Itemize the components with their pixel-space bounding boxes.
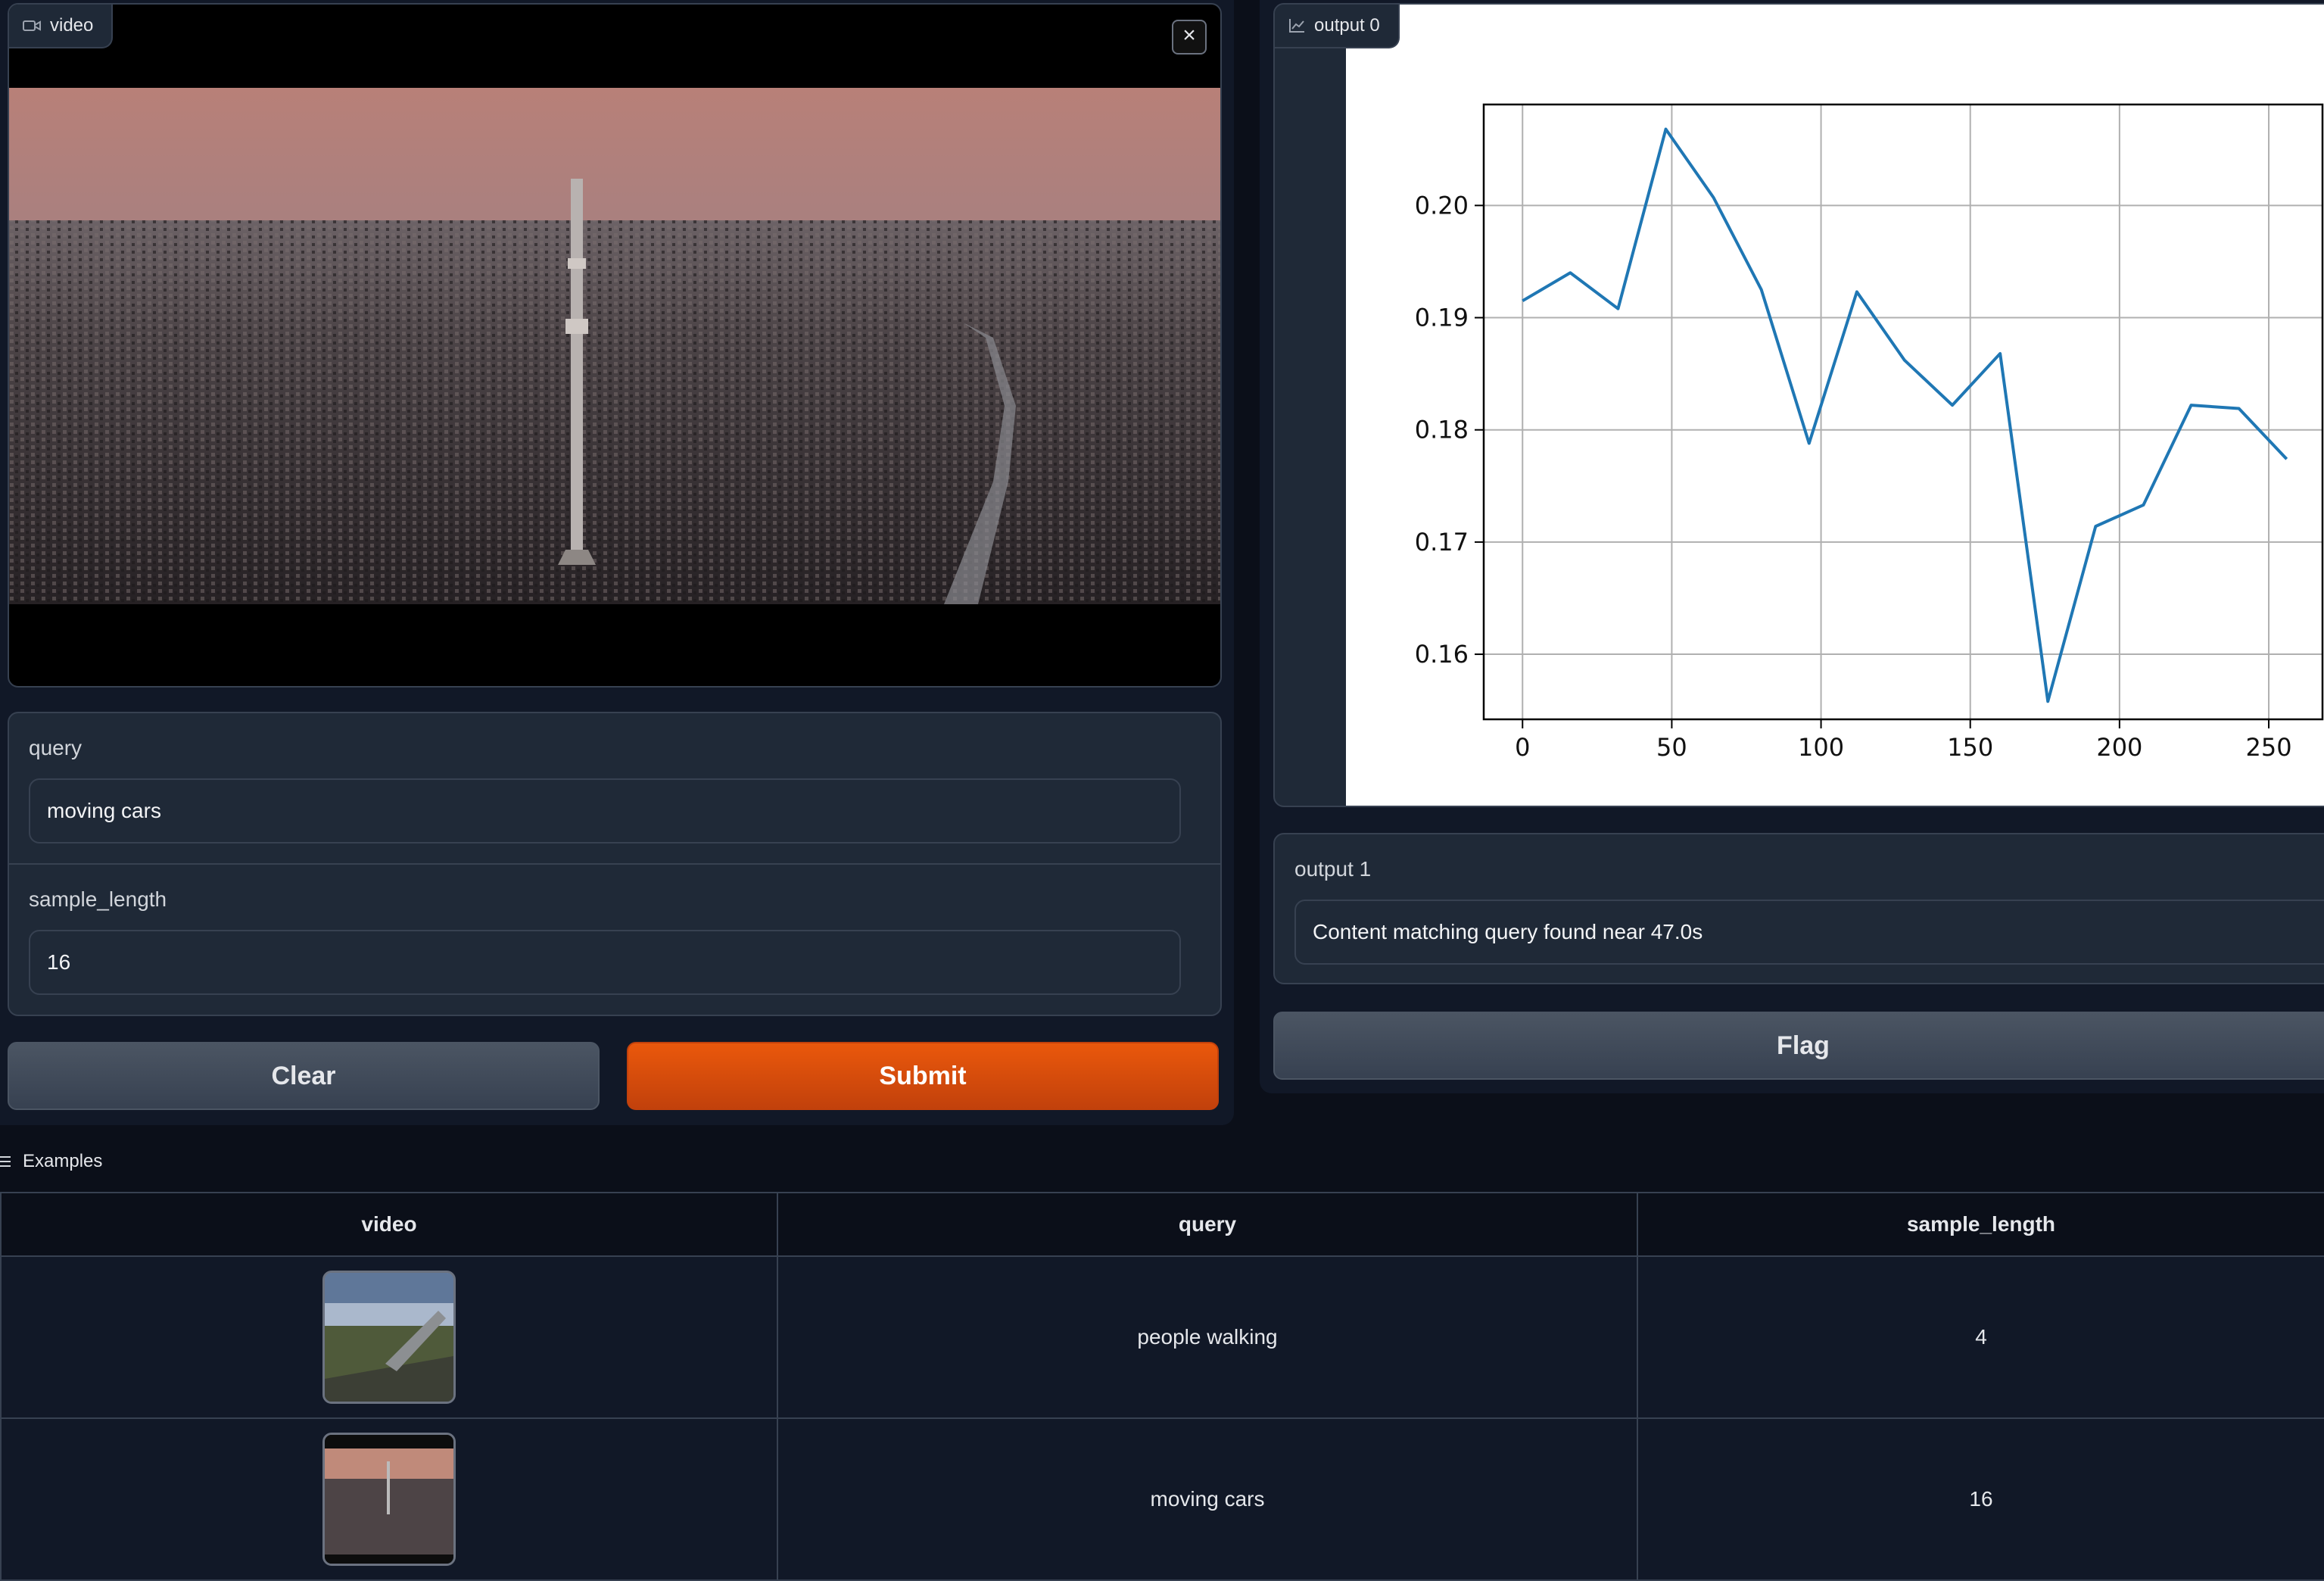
y-tick-label: 0.19 <box>1415 304 1469 332</box>
video-frame-image <box>9 88 1220 604</box>
series-line <box>1522 129 2286 702</box>
video-block-label-text: video <box>50 15 93 36</box>
example-row[interactable]: people walking 4 <box>1 1256 2324 1418</box>
clear-button[interactable]: Clear <box>8 1042 600 1110</box>
x-tick-label: 50 <box>1656 733 1687 762</box>
examples-header-row: video query sample_length <box>1 1193 2324 1256</box>
header-video: video <box>1 1193 777 1256</box>
plot-block-label-text: output 0 <box>1314 15 1380 36</box>
x-tick-label: 100 <box>1798 733 1844 762</box>
input-card: query sample_length <box>8 712 1222 1016</box>
output1-textbox[interactable] <box>1294 900 2324 965</box>
header-query: query <box>777 1193 1637 1256</box>
example-sample-length-cell[interactable]: 16 <box>1637 1418 2324 1580</box>
list-icon <box>0 1155 14 1168</box>
example-query-cell[interactable]: moving cars <box>777 1418 1637 1580</box>
query-field: query <box>9 713 1220 863</box>
y-tick-label: 0.16 <box>1415 640 1469 669</box>
example-video-cell[interactable] <box>1 1256 777 1418</box>
close-video-button[interactable]: × <box>1172 20 1207 55</box>
plot-frame <box>1484 104 2322 719</box>
thumbnail-image-landscape <box>325 1273 453 1402</box>
output1-label: output 1 <box>1294 857 1371 881</box>
x-tick-label: 250 <box>2245 733 2291 762</box>
sample-length-field: sample_length <box>9 863 1220 1015</box>
output1-card: output 1 <box>1273 833 2324 984</box>
example-video-thumbnail[interactable] <box>322 1271 456 1404</box>
examples-label: Examples <box>0 1151 102 1172</box>
flag-button[interactable]: Flag <box>1273 1012 2324 1080</box>
header-sample-length: sample_length <box>1637 1193 2324 1256</box>
query-input[interactable] <box>29 778 1181 844</box>
video-camera-icon <box>23 19 41 33</box>
video-player[interactable]: video × <box>8 3 1222 688</box>
line-chart: 0 50 100 150 200 250 0.16 0.17 0.18 0.19 0.20 <box>1346 5 2324 806</box>
query-label: query <box>29 736 82 760</box>
plot-block-label: output 0 <box>1275 5 1400 48</box>
example-sample-length-cell[interactable]: 4 <box>1637 1256 2324 1418</box>
x-tick-label: 200 <box>2096 733 2142 762</box>
x-tick-label: 0 <box>1515 733 1530 762</box>
chart-icon <box>1288 18 1305 33</box>
example-row[interactable]: moving cars 16 <box>1 1418 2324 1580</box>
y-tick-label: 0.20 <box>1415 191 1469 220</box>
example-video-thumbnail[interactable] <box>322 1433 456 1566</box>
example-query-cell[interactable]: people walking <box>777 1256 1637 1418</box>
x-tick-label: 150 <box>1947 733 1993 762</box>
examples-label-text: Examples <box>23 1151 102 1172</box>
examples-table: video query sample_length people walking… <box>0 1192 2324 1581</box>
example-video-cell[interactable] <box>1 1418 777 1580</box>
y-tick-label: 0.18 <box>1415 416 1469 444</box>
thumbnail-image-city <box>325 1435 453 1564</box>
y-tick-label: 0.17 <box>1415 528 1469 557</box>
plot-output: output 0 0 50 100 150 200 250 0.16 0.17 0.18 0.19… <box>1273 3 2324 807</box>
sample-length-input[interactable] <box>29 930 1181 995</box>
plot-area: 0 50 100 150 200 250 0.16 0.17 0.18 0.19 0.20 <box>1346 5 2324 806</box>
sample-length-label: sample_length <box>29 887 167 912</box>
video-block-label: video <box>9 5 113 48</box>
submit-button[interactable]: Submit <box>627 1042 1219 1110</box>
